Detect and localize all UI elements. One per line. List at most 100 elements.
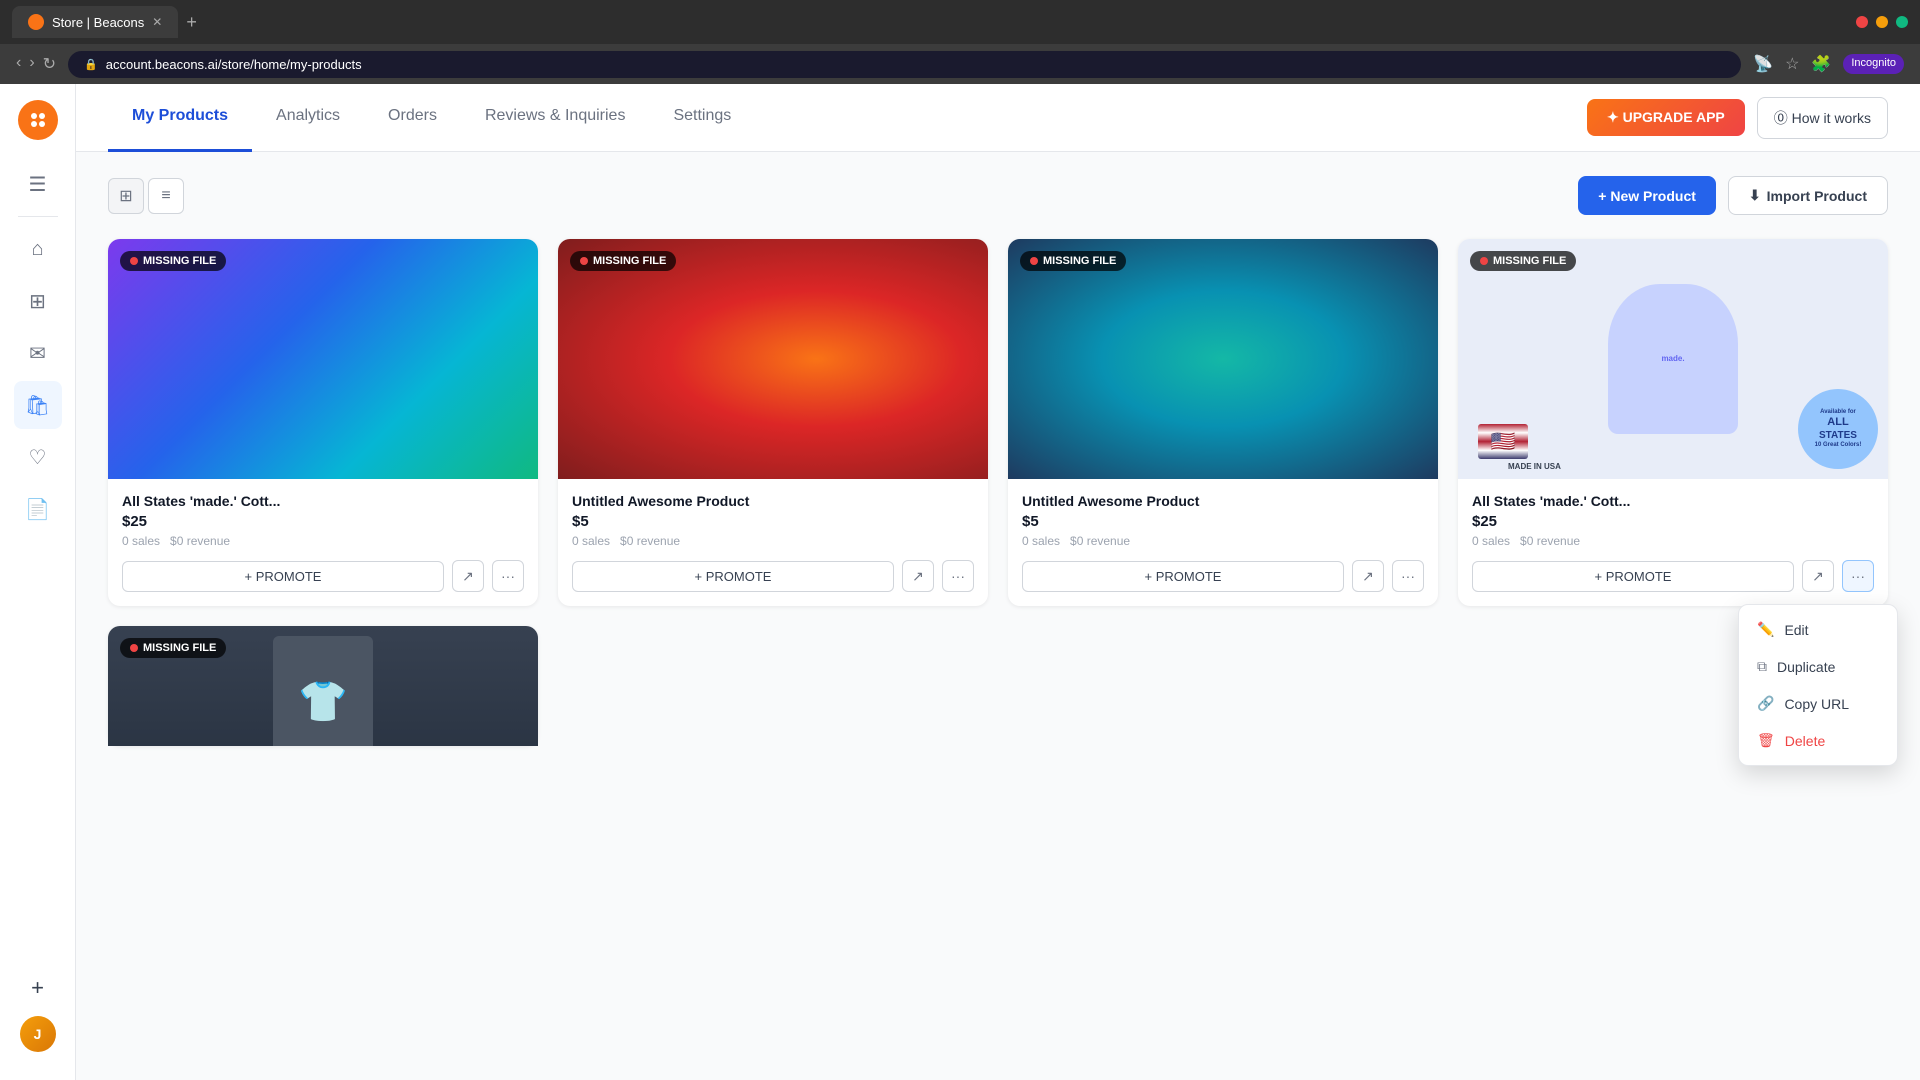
top-nav: My Products Analytics Orders Reviews & I… [76, 84, 1920, 152]
external-link-button-2[interactable]: ↗ [902, 560, 934, 592]
product-name-2: Untitled Awesome Product [572, 493, 974, 509]
browser-actions: 📡 ☆ 🧩 Incognito [1753, 54, 1904, 74]
more-button-3[interactable]: ··· [1392, 560, 1424, 592]
sidebar-item-add[interactable]: + [14, 964, 62, 1012]
external-link-button-1[interactable]: ↗ [452, 560, 484, 592]
missing-dot-2 [580, 257, 588, 265]
context-menu: ✏️ Edit ⧉ Duplicate 🔗 Copy URL 🗑 [1738, 604, 1898, 766]
product-card-4: 🇺🇸 made. Available fo [1458, 239, 1888, 606]
more-button-4[interactable]: ··· [1842, 560, 1874, 592]
external-link-button-3[interactable]: ↗ [1352, 560, 1384, 592]
promote-button-4[interactable]: + PROMOTE [1472, 561, 1794, 592]
sidebar-logo[interactable] [18, 100, 58, 140]
tab-title: Store | Beacons [52, 15, 144, 30]
window-minimize-button[interactable] [1876, 16, 1888, 28]
sidebar-item-store[interactable]: 🛍 [14, 381, 62, 429]
product-image-3: MISSING FILE [1008, 239, 1438, 479]
url-bar[interactable]: 🔒 account.beacons.ai/store/home/my-produ… [68, 51, 1741, 78]
grid-view-button[interactable]: ⊞ [108, 178, 144, 214]
product-price-3: $5 [1022, 513, 1424, 530]
product-info-2: Untitled Awesome Product $5 0 sales $0 r… [558, 479, 988, 606]
nav-buttons: ‹ › ↻ [16, 54, 56, 74]
product-actions-1: + PROMOTE ↗ ··· [122, 560, 524, 592]
back-button[interactable]: ‹ [16, 54, 21, 74]
missing-file-label-4: MISSING FILE [1493, 255, 1566, 267]
user-avatar[interactable]: J [20, 1016, 56, 1052]
more-button-1[interactable]: ··· [492, 560, 524, 592]
import-product-label: Import Product [1767, 188, 1867, 204]
product-stats-1: 0 sales $0 revenue [122, 534, 524, 548]
product-image-1: MISSING FILE [108, 239, 538, 479]
bookmark-icon[interactable]: ☆ [1785, 54, 1799, 74]
upgrade-app-button[interactable]: ✦ UPGRADE APP [1587, 99, 1745, 136]
promote-button-1[interactable]: + PROMOTE [122, 561, 444, 592]
product-name-4: All States 'made.' Cott... [1472, 493, 1874, 509]
missing-file-badge-3: MISSING FILE [1020, 251, 1126, 271]
import-product-button[interactable]: ⬇ Import Product [1728, 176, 1888, 215]
product-image-5: 👕 MISSING FILE [108, 626, 538, 746]
product-stats-2: 0 sales $0 revenue [572, 534, 974, 548]
product-image-4: 🇺🇸 made. Available fo [1458, 239, 1888, 479]
product-stats-4: 0 sales $0 revenue [1472, 534, 1874, 548]
promote-button-2[interactable]: + PROMOTE [572, 561, 894, 592]
missing-dot-3 [1030, 257, 1038, 265]
external-link-button-4[interactable]: ↗ [1802, 560, 1834, 592]
tab-settings[interactable]: Settings [649, 84, 755, 152]
context-menu-copy-url[interactable]: 🔗 Copy URL [1745, 685, 1891, 722]
sidebar-item-apps[interactable]: ⊞ [14, 277, 62, 325]
context-menu-copy-url-label: Copy URL [1784, 696, 1849, 712]
tab-analytics[interactable]: Analytics [252, 84, 364, 152]
list-view-button[interactable]: ≡ [148, 178, 184, 214]
app-container: ☰ ⌂ ⊞ ✉ 🛍 ♡ 📄 + J My Products Analytics … [0, 84, 1920, 1080]
missing-dot-5 [130, 644, 138, 652]
product-info-4: All States 'made.' Cott... $25 0 sales $… [1458, 479, 1888, 606]
beacons-logo-icon [26, 108, 50, 132]
extension-icon[interactable]: 🧩 [1811, 54, 1831, 74]
context-menu-delete[interactable]: 🗑 Delete [1745, 722, 1891, 759]
product-card-1: MISSING FILE All States 'made.' Cott... … [108, 239, 538, 606]
product-image-2: MISSING FILE [558, 239, 988, 479]
sidebar-item-menu[interactable]: ☰ [14, 160, 62, 208]
sidebar-item-email[interactable]: ✉ [14, 329, 62, 377]
refresh-button[interactable]: ↻ [43, 54, 56, 74]
product-card-3: MISSING FILE Untitled Awesome Product $5… [1008, 239, 1438, 606]
sidebar-item-docs[interactable]: 📄 [14, 485, 62, 533]
context-menu-duplicate[interactable]: ⧉ Duplicate [1745, 648, 1891, 685]
missing-dot-1 [130, 257, 138, 265]
incognito-badge: Incognito [1843, 54, 1904, 74]
product-actions-3: + PROMOTE ↗ ··· [1022, 560, 1424, 592]
duplicate-icon: ⧉ [1757, 658, 1767, 675]
product-price-1: $25 [122, 513, 524, 530]
cast-icon[interactable]: 📡 [1753, 54, 1773, 74]
browser-chrome: Store | Beacons ✕ + [0, 0, 1920, 44]
browser-tab[interactable]: Store | Beacons ✕ [12, 6, 178, 38]
product-grid: MISSING FILE All States 'made.' Cott... … [108, 239, 1888, 606]
tab-close-button[interactable]: ✕ [152, 15, 162, 29]
forward-button[interactable]: › [29, 54, 34, 74]
context-menu-edit[interactable]: ✏️ Edit [1745, 611, 1891, 648]
how-it-works-button[interactable]: ⓪ How it works [1757, 97, 1888, 139]
product-info-3: Untitled Awesome Product $5 0 sales $0 r… [1008, 479, 1438, 606]
edit-icon: ✏️ [1757, 621, 1774, 638]
sidebar-item-favorites[interactable]: ♡ [14, 433, 62, 481]
product-actions-2: + PROMOTE ↗ ··· [572, 560, 974, 592]
product-card-5: 👕 MISSING FILE [108, 626, 538, 746]
tab-reviews[interactable]: Reviews & Inquiries [461, 84, 650, 152]
more-button-2[interactable]: ··· [942, 560, 974, 592]
tab-orders[interactable]: Orders [364, 84, 461, 152]
tab-my-products[interactable]: My Products [108, 84, 252, 152]
window-maximize-button[interactable] [1896, 16, 1908, 28]
new-product-button[interactable]: + New Product [1578, 176, 1716, 215]
sidebar-item-home[interactable]: ⌂ [14, 225, 62, 273]
promote-button-3[interactable]: + PROMOTE [1022, 561, 1344, 592]
missing-dot-4 [1480, 257, 1488, 265]
missing-file-label-5: MISSING FILE [143, 642, 216, 654]
view-toggles: ⊞ ≡ [108, 178, 184, 214]
lock-icon: 🔒 [84, 58, 98, 71]
context-menu-edit-label: Edit [1784, 622, 1808, 638]
new-tab-button[interactable]: + [186, 12, 197, 33]
toolbar-actions: + New Product ⬇ Import Product [1578, 176, 1888, 215]
product-actions-4: + PROMOTE ↗ ··· [1472, 560, 1874, 592]
window-close-button[interactable] [1856, 16, 1868, 28]
tab-favicon [28, 14, 44, 30]
